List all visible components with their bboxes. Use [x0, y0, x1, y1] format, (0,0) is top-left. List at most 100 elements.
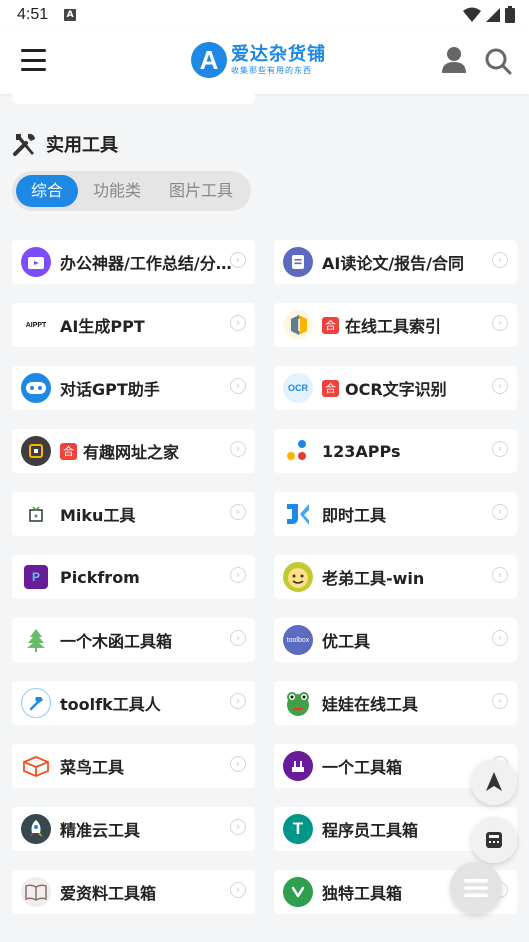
tool-card[interactable]: 娃娃在线工具 › — [274, 681, 517, 725]
frog-icon — [283, 688, 313, 718]
tool-name: AI读论文/报告/合同 — [322, 254, 465, 273]
chevron-right-icon: › — [230, 315, 246, 331]
site-home-icon — [21, 436, 51, 466]
chevron-right-icon: › — [492, 504, 508, 520]
calculator-icon — [486, 832, 502, 848]
dots-icon — [283, 436, 313, 466]
tab-all[interactable]: 综合 — [16, 175, 79, 207]
gpt-bot-icon — [21, 373, 51, 403]
chevron-right-icon: › — [492, 693, 508, 709]
tool-name: 一个工具箱 — [322, 758, 403, 777]
logo-text: 爱达杂货铺 收集那些有用的东西 — [231, 43, 326, 76]
app-logo[interactable]: A 爱达杂货铺 收集那些有用的东西 — [191, 42, 326, 78]
chevron-right-icon: › — [230, 252, 246, 268]
chevron-right-icon: › — [230, 378, 246, 394]
tool-name: 爱资料工具箱 — [60, 884, 157, 903]
tool-card[interactable]: 一个木函工具箱 › — [12, 618, 255, 662]
tool-card[interactable]: 菜鸟工具 › — [12, 744, 255, 788]
tool-card[interactable]: AI读论文/报告/合同 › — [274, 240, 517, 284]
tool-name: 在线工具索引 — [345, 317, 442, 336]
tool-card[interactable]: AIPPT AI生成PPT › — [12, 303, 255, 347]
tool-name: 优工具 — [322, 632, 371, 651]
hamburger-menu-button[interactable] — [21, 49, 46, 71]
toolbox-logo-icon: toolbox — [283, 625, 313, 655]
smile-face-icon — [283, 562, 313, 592]
tool-name: 菜鸟工具 — [60, 758, 125, 777]
document-icon — [283, 247, 313, 277]
tool-name: 娃娃在线工具 — [322, 695, 419, 714]
tab-image-tools[interactable]: 图片工具 — [157, 175, 245, 207]
chevron-right-icon: › — [492, 630, 508, 646]
tool-card[interactable]: 精准云工具 › — [12, 807, 255, 851]
js-logo-icon — [283, 499, 313, 529]
tool-card[interactable]: Miku工具 › — [12, 492, 255, 536]
user-icon[interactable] — [441, 46, 467, 74]
back-to-top-button[interactable] — [471, 759, 517, 805]
box-outline-icon — [21, 751, 51, 781]
tool-name: toolfk工具人 — [60, 695, 161, 714]
tool-card[interactable]: 即时工具 › — [274, 492, 517, 536]
floating-menu-button[interactable] — [450, 862, 502, 914]
tool-card[interactable]: OCR 合 OCR文字识别 › — [274, 366, 517, 410]
chevron-right-icon: › — [492, 252, 508, 268]
wifi-icon — [463, 7, 481, 22]
search-icon[interactable] — [484, 47, 512, 75]
pickfrom-icon: P — [24, 565, 48, 589]
t-logo-icon: T — [283, 814, 313, 844]
rocket-icon — [21, 814, 51, 844]
book-icon — [21, 877, 51, 907]
tool-card[interactable]: toolfk工具人 › — [12, 681, 255, 725]
tool-card[interactable]: 合 有趣网址之家 › — [12, 429, 255, 473]
previous-section-card[interactable] — [12, 88, 255, 104]
tab-function[interactable]: 功能类 — [81, 175, 153, 207]
chevron-right-icon: › — [230, 819, 246, 835]
tool-name: 办公神器/工作总结/分... — [60, 254, 232, 273]
tool-name: 独特工具箱 — [322, 884, 403, 903]
chevron-right-icon: › — [492, 441, 508, 457]
calculator-button[interactable] — [471, 817, 517, 863]
chevron-right-icon: › — [230, 441, 246, 457]
tool-card[interactable]: toolbox 优工具 › — [274, 618, 517, 662]
tool-name: 一个木函工具箱 — [60, 632, 173, 651]
tool-grid: 办公神器/工作总结/分... › AI读论文/报告/合同 › AIPPT AI生… — [12, 240, 517, 914]
tool-name: AI生成PPT — [60, 317, 145, 336]
toolkit-icon — [283, 751, 313, 781]
tool-card[interactable]: P Pickfrom › — [12, 555, 255, 599]
tool-card[interactable]: 对话GPT助手 › — [12, 366, 255, 410]
tool-card[interactable]: 合 在线工具索引 › — [274, 303, 517, 347]
chevron-right-icon: › — [230, 504, 246, 520]
tool-card[interactable]: 老弟工具-win › — [274, 555, 517, 599]
tool-name: 老弟工具-win — [322, 569, 425, 588]
tool-card[interactable]: 办公神器/工作总结/分... › — [12, 240, 255, 284]
notification-icon: A — [64, 9, 77, 21]
tag-badge: 合 — [322, 379, 339, 397]
section-header: 实用工具 — [12, 131, 118, 157]
tool-name: Pickfrom — [60, 567, 140, 587]
tool-card[interactable]: 123APPs › — [274, 429, 517, 473]
bilibili-tv-icon — [21, 247, 51, 277]
battery-icon — [505, 6, 515, 23]
tool-card[interactable]: 爱资料工具箱 › — [12, 870, 255, 914]
status-time: 4:51 — [17, 6, 49, 23]
tool-name: 即时工具 — [322, 506, 387, 525]
app-title: 爱达杂货铺 — [231, 43, 326, 65]
chevron-right-icon: › — [492, 315, 508, 331]
chevron-right-icon: › — [230, 630, 246, 646]
app-header: A 爱达杂货铺 收集那些有用的东西 — [0, 30, 529, 94]
menu-line — [21, 58, 46, 62]
tool-name: 程序员工具箱 — [322, 821, 419, 840]
status-indicators — [463, 6, 515, 23]
tool-name: 精准云工具 — [60, 821, 141, 840]
tag-badge: 合 — [322, 316, 339, 334]
miku-box-icon — [21, 499, 51, 529]
ocr-icon: OCR — [283, 373, 313, 403]
tool-name: OCR文字识别 — [345, 380, 447, 399]
chevron-right-icon: › — [492, 567, 508, 583]
chevron-right-icon: › — [492, 378, 508, 394]
signal-icon — [486, 7, 500, 22]
chevron-right-icon: › — [230, 693, 246, 709]
tool-name: 有趣网址之家 — [83, 443, 180, 462]
menu-line — [21, 49, 46, 52]
tool-name: Miku工具 — [60, 506, 136, 525]
menu-lines-icon — [464, 879, 488, 897]
